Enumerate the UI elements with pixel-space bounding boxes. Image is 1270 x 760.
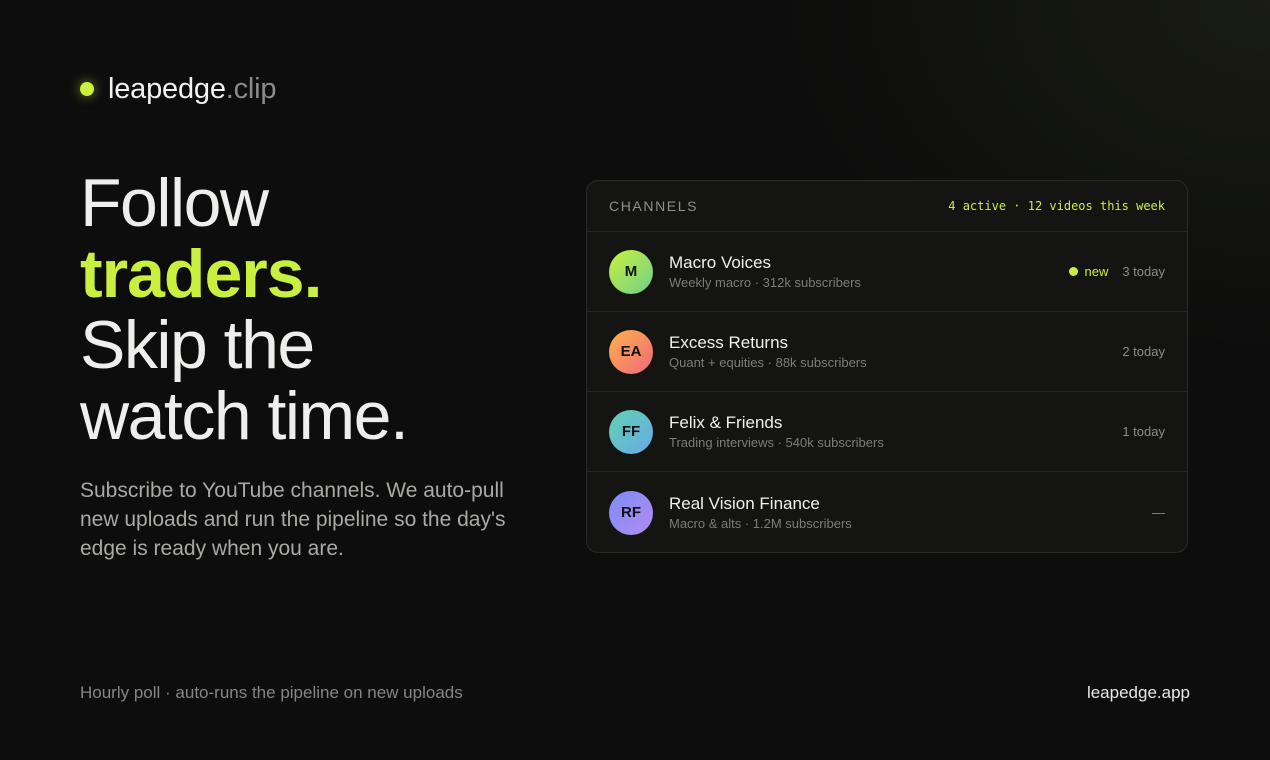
footer-poll-note: Hourly poll · auto-runs the pipeline on … (80, 683, 463, 702)
channel-avatar: RF (609, 490, 653, 535)
brand-dot-icon (80, 82, 94, 96)
channels-panel-title: CHANNELS (609, 198, 699, 214)
channel-avatar-initials: M (624, 263, 638, 280)
channel-meta: Macro & alts · 1.2M subscribers (669, 515, 852, 531)
channel-row-excess-returns[interactable]: EA Excess Returns Quant + equities · 88k… (587, 312, 1187, 392)
channel-name: Macro Voices (669, 252, 772, 272)
channel-status: 3 today (1122, 264, 1165, 279)
channels-panel-header: CHANNELS 4 active · 12 videos this week (587, 181, 1187, 232)
channel-name: Real Vision Finance (669, 493, 820, 513)
headline-line-3: Skip the (80, 307, 315, 383)
channel-status: 1 today (1122, 424, 1165, 439)
channel-name: Excess Returns (669, 332, 789, 352)
brand-suffix: .clip (225, 72, 277, 105)
hero-subtitle: Subscribe to YouTube channels. We auto-p… (80, 479, 506, 560)
channel-meta: Weekly macro · 312k subscribers (669, 274, 861, 290)
new-badge: new (1069, 264, 1108, 279)
hero-headline: Follow traders. Skip the watch time. (80, 165, 409, 454)
channel-row-felix-friends[interactable]: FF Felix & Friends Trading interviews · … (587, 392, 1187, 472)
channel-name: Felix & Friends (669, 412, 783, 432)
channel-row-real-vision-finance[interactable]: RF Real Vision Finance Macro & alts · 1.… (587, 472, 1187, 552)
footer-site-link[interactable]: leapedge.app (1087, 683, 1190, 703)
channel-avatar: M (609, 249, 653, 294)
new-badge-label: new (1084, 264, 1109, 279)
channel-avatar-initials: RF (621, 504, 641, 521)
channel-meta: Trading interviews · 540k subscribers (669, 434, 884, 450)
brand-name: leapedge (108, 72, 226, 105)
channel-status: — (1152, 505, 1165, 520)
headline-line-4: watch time. (80, 378, 409, 454)
channel-avatar: EA (609, 329, 653, 374)
headline-line-2-accent: traders. (80, 236, 322, 312)
channel-avatar: FF (609, 409, 653, 454)
brand-logo[interactable]: leapedge .clip (80, 72, 277, 106)
channel-status: 2 today (1122, 344, 1165, 359)
channels-summary: 4 active · 12 videos this week (948, 199, 1165, 213)
channels-panel: CHANNELS 4 active · 12 videos this week … (586, 180, 1188, 553)
channel-avatar-initials: FF (621, 423, 641, 440)
headline-line-1: Follow (80, 165, 269, 241)
channel-avatar-initials: EA (620, 343, 642, 360)
new-dot-icon (1069, 267, 1079, 276)
channel-meta: Quant + equities · 88k subscribers (669, 354, 867, 370)
channel-row-macro-voices[interactable]: M Macro Voices Weekly macro · 312k subsc… (587, 232, 1187, 312)
